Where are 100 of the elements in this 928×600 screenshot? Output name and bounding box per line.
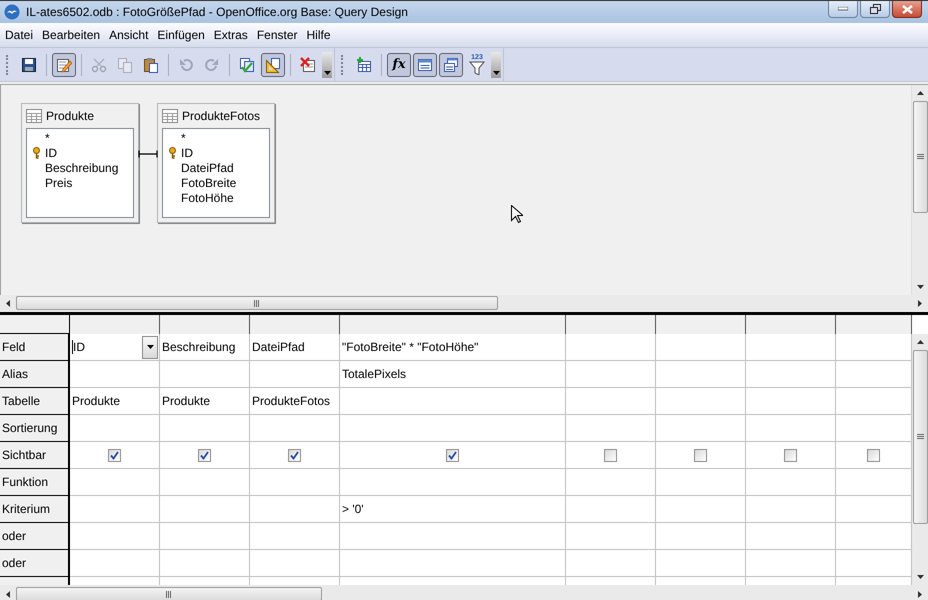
toolbar-button[interactable] bbox=[439, 52, 463, 76]
table-field[interactable]: Preis bbox=[45, 176, 72, 190]
toolbar-button[interactable] bbox=[413, 52, 437, 76]
toolbar-button[interactable]: fx bbox=[387, 52, 411, 76]
grid-cell[interactable] bbox=[566, 469, 656, 496]
toolbar-grip[interactable] bbox=[6, 54, 11, 74]
grid-cell[interactable] bbox=[160, 523, 250, 550]
table-field[interactable]: * bbox=[45, 130, 50, 144]
grid-cell[interactable] bbox=[70, 523, 160, 550]
menu-item[interactable]: Bearbeiten bbox=[37, 28, 104, 42]
scrollbar-thumb[interactable] bbox=[912, 350, 928, 524]
restore-button[interactable] bbox=[860, 1, 890, 18]
column-header[interactable] bbox=[746, 315, 836, 334]
grid-cell[interactable] bbox=[746, 334, 836, 361]
grid-cell[interactable] bbox=[70, 469, 160, 496]
grid-cell[interactable]: > '0' bbox=[340, 496, 566, 523]
grid-cell[interactable] bbox=[70, 496, 160, 523]
grid-cell[interactable] bbox=[160, 415, 250, 442]
grid-cell[interactable] bbox=[250, 496, 340, 523]
table-field[interactable]: FotoHöhe bbox=[181, 190, 234, 204]
grid-cell[interactable] bbox=[566, 550, 656, 577]
grid-cell[interactable] bbox=[656, 523, 746, 550]
grid-cell[interactable] bbox=[566, 523, 656, 550]
column-header[interactable] bbox=[656, 315, 746, 334]
grid-cell[interactable] bbox=[746, 361, 836, 388]
grid-cell[interactable]: Produkte bbox=[160, 388, 250, 415]
grid-cell[interactable] bbox=[746, 442, 836, 469]
grid-cell[interactable] bbox=[746, 496, 836, 523]
checkbox[interactable] bbox=[784, 448, 797, 462]
grid-cell[interactable] bbox=[340, 442, 566, 469]
grid-cell[interactable]: ID bbox=[70, 334, 160, 361]
grid-cell[interactable]: Produkte bbox=[70, 388, 160, 415]
grid-cell[interactable]: Beschreibung bbox=[160, 334, 250, 361]
grid-cell[interactable]: "FotoBreite" * "FotoHöhe" bbox=[340, 334, 566, 361]
menu-item[interactable]: Ansicht bbox=[104, 28, 152, 42]
grid-cell[interactable] bbox=[656, 469, 746, 496]
grid-cell[interactable]: TotalePixels bbox=[340, 361, 566, 388]
grid-cell[interactable] bbox=[340, 523, 566, 550]
grid-cell[interactable] bbox=[250, 415, 340, 442]
grid-cell[interactable] bbox=[340, 415, 566, 442]
grid-cell[interactable] bbox=[656, 442, 746, 469]
grid-cell[interactable] bbox=[566, 442, 656, 469]
grid-cell[interactable] bbox=[656, 415, 746, 442]
grid-cell[interactable] bbox=[746, 550, 836, 577]
grid-cell[interactable] bbox=[836, 442, 912, 469]
column-header[interactable] bbox=[836, 315, 912, 334]
checkbox[interactable] bbox=[604, 448, 617, 462]
grid-cell[interactable] bbox=[566, 334, 656, 361]
minimize-button[interactable] bbox=[828, 1, 858, 18]
table-field[interactable]: Beschreibung bbox=[45, 160, 118, 174]
grid-cell[interactable] bbox=[656, 388, 746, 415]
grid-cell[interactable] bbox=[746, 469, 836, 496]
column-header[interactable] bbox=[250, 315, 340, 334]
grid-cell[interactable] bbox=[250, 523, 340, 550]
table-field[interactable]: * bbox=[181, 130, 186, 144]
grid-cell[interactable] bbox=[656, 496, 746, 523]
grid-cell[interactable] bbox=[250, 469, 340, 496]
grid-cell[interactable] bbox=[566, 361, 656, 388]
checkbox[interactable] bbox=[867, 448, 880, 462]
scrollbar-thumb[interactable] bbox=[16, 587, 322, 600]
table-window[interactable]: ProdukteFotos * ID DateiPfad FotoBreite FotoHöhe bbox=[157, 103, 275, 223]
grid-cell[interactable] bbox=[70, 361, 160, 388]
grid-cell[interactable] bbox=[340, 388, 566, 415]
grid-cell[interactable] bbox=[340, 469, 566, 496]
grid-cell[interactable] bbox=[656, 334, 746, 361]
column-header[interactable] bbox=[566, 315, 656, 334]
grid-cell[interactable] bbox=[746, 388, 836, 415]
table-window[interactable]: Produkte * ID Beschreibung Preis bbox=[21, 103, 139, 223]
toolbar-grip[interactable] bbox=[341, 54, 346, 74]
table-field[interactable]: ID bbox=[181, 146, 193, 160]
table-field[interactable]: DateiPfad bbox=[181, 160, 234, 174]
menu-item[interactable]: Fenster bbox=[252, 28, 302, 42]
grid-cell[interactable] bbox=[70, 550, 160, 577]
toolbar-overflow-button[interactable] bbox=[491, 52, 501, 78]
grid-cell[interactable] bbox=[656, 361, 746, 388]
table-field[interactable]: FotoBreite bbox=[181, 176, 236, 190]
toolbar-button[interactable] bbox=[52, 52, 76, 76]
table-field[interactable]: ID bbox=[45, 146, 57, 160]
grid-cell[interactable] bbox=[250, 361, 340, 388]
checkbox[interactable] bbox=[108, 448, 121, 462]
grid-cell[interactable] bbox=[340, 550, 566, 577]
column-header[interactable] bbox=[340, 315, 566, 334]
grid-cell[interactable] bbox=[566, 415, 656, 442]
toolbar-overflow-button[interactable] bbox=[322, 52, 332, 78]
grid-cell[interactable] bbox=[160, 442, 250, 469]
toolbar-button[interactable] bbox=[261, 52, 285, 76]
grid-cell[interactable] bbox=[566, 496, 656, 523]
grid-cell[interactable] bbox=[656, 550, 746, 577]
scrollbar-thumb[interactable] bbox=[16, 296, 498, 310]
grid-cell[interactable] bbox=[70, 415, 160, 442]
checkbox[interactable] bbox=[288, 448, 301, 462]
grid-cell[interactable] bbox=[250, 442, 340, 469]
grid-cell[interactable] bbox=[746, 415, 836, 442]
grid-cell[interactable] bbox=[566, 388, 656, 415]
dropdown-button[interactable] bbox=[142, 336, 158, 358]
scrollbar-thumb[interactable] bbox=[912, 101, 928, 213]
checkbox[interactable] bbox=[446, 448, 459, 462]
grid-cell[interactable] bbox=[160, 469, 250, 496]
menu-item[interactable]: Datei bbox=[0, 28, 38, 42]
checkbox[interactable] bbox=[198, 448, 211, 462]
